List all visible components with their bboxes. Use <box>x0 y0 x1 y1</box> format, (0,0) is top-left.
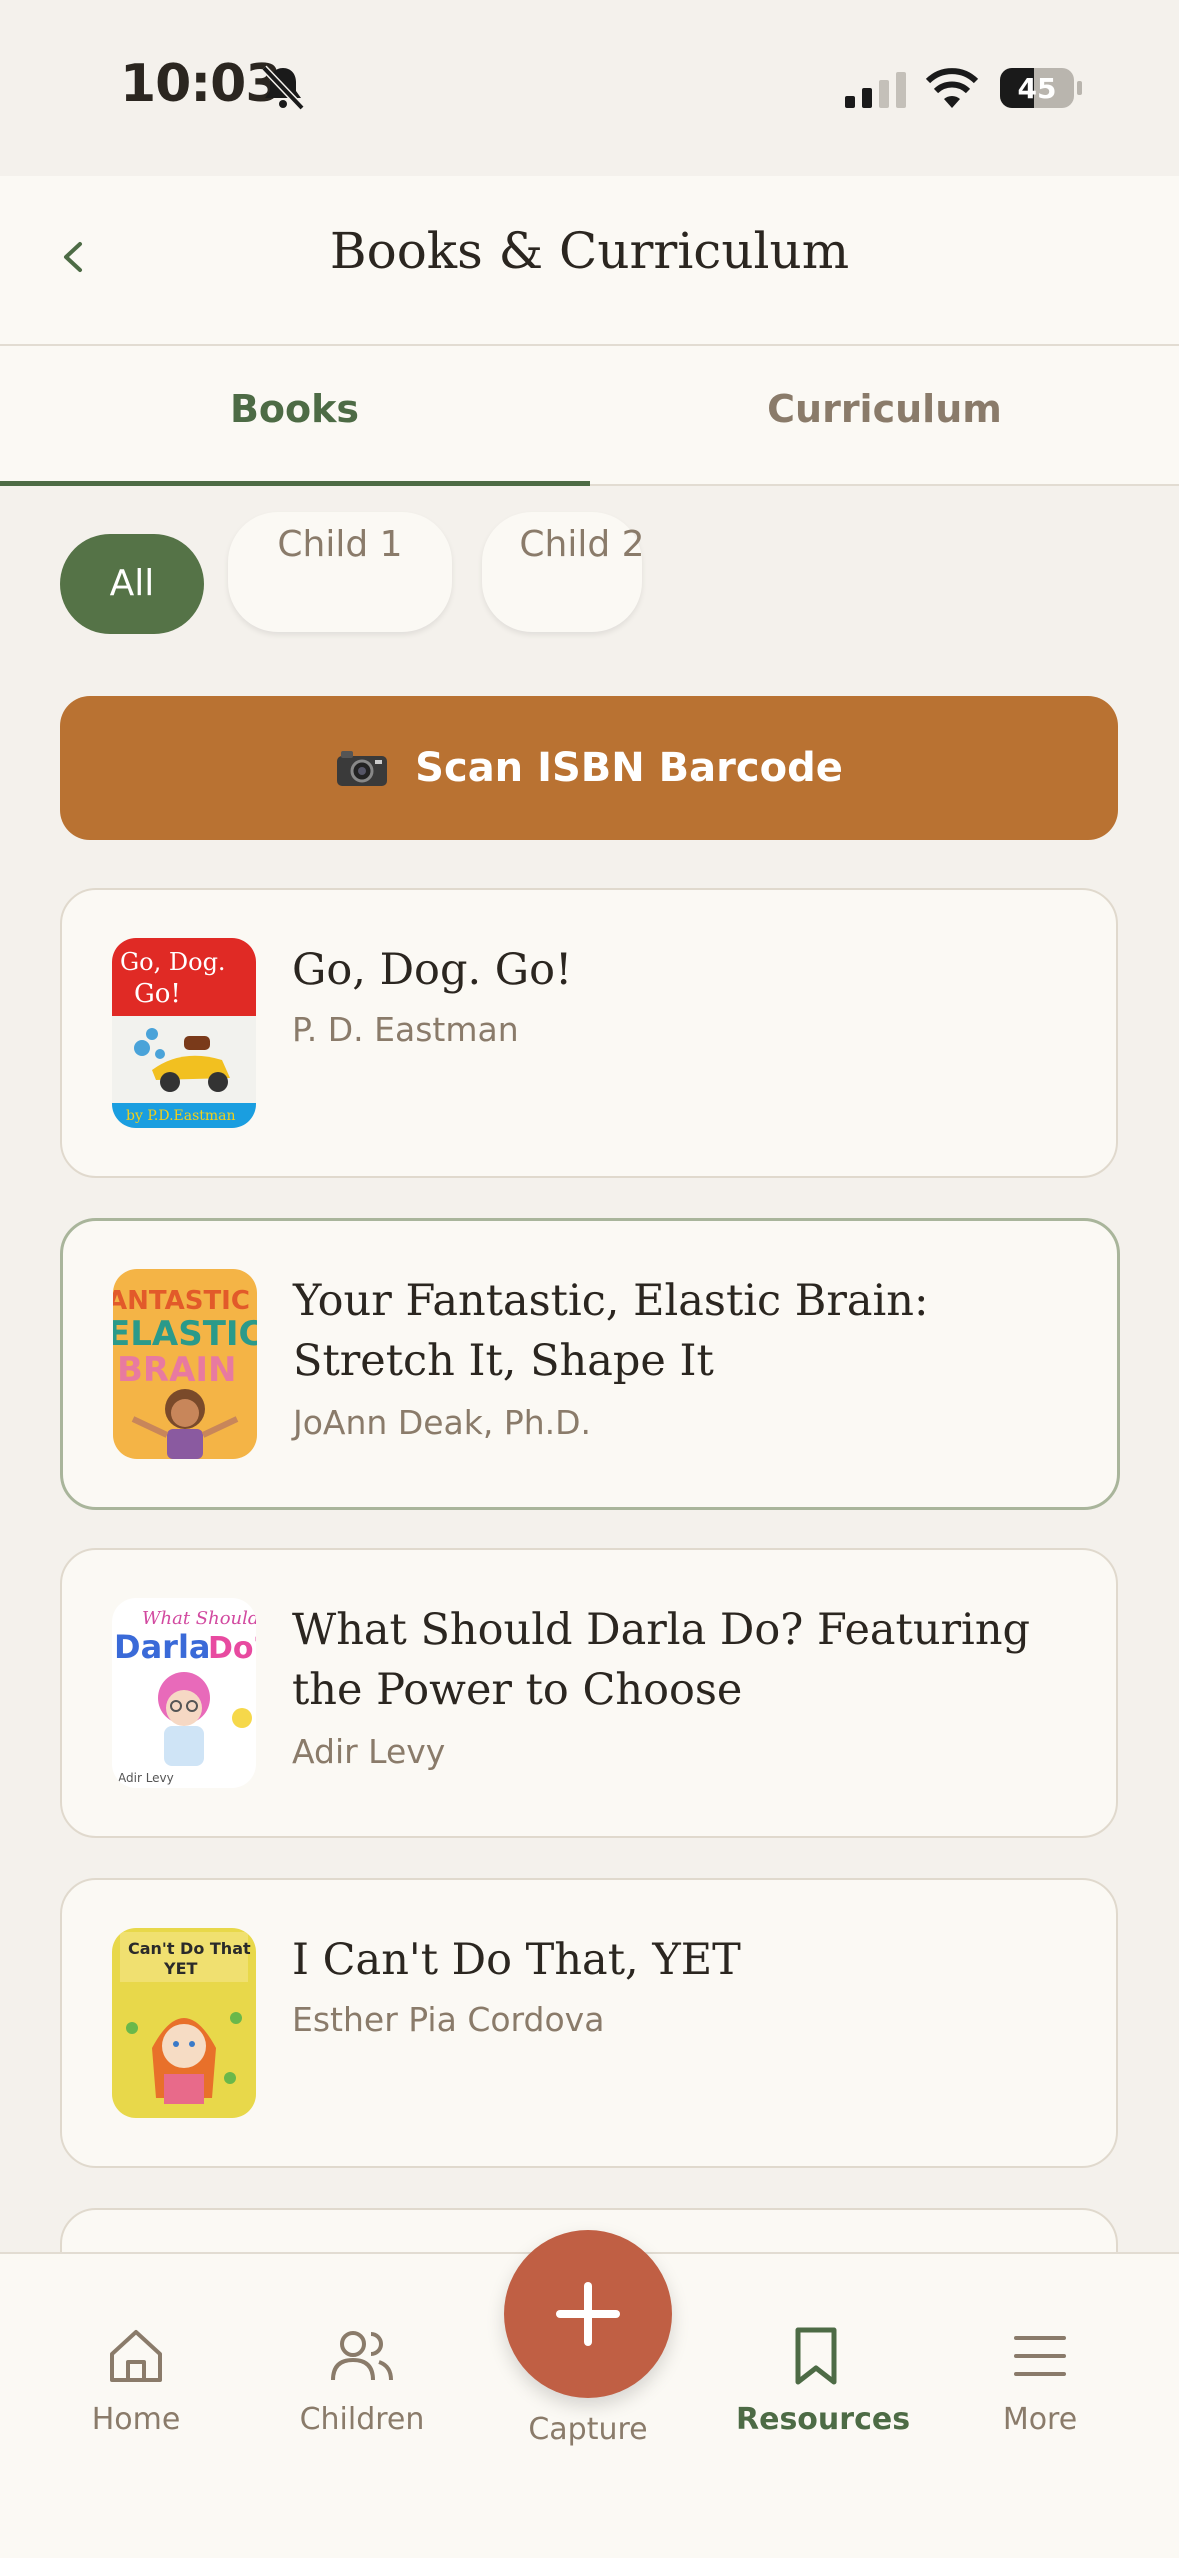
nav-more[interactable]: More <box>960 2254 1120 2437</box>
book-cover-image: Go, Dog. Go! by P.D.Eastman <box>112 938 256 1128</box>
nav-home-label: Home <box>91 2402 181 2437</box>
book-card[interactable]: What Should Darla Do? Adir Levy What Sho… <box>60 1548 1118 1838</box>
book-title: Your Fantastic, Elastic Brain: Stretch I… <box>293 1276 929 1386</box>
book-cover-image: ANTASTIC ELASTIC BRAIN <box>113 1269 257 1459</box>
menu-icon <box>1014 2336 1066 2376</box>
camera-icon <box>337 751 388 786</box>
svg-text:Can't Do That: Can't Do That <box>128 1939 251 1958</box>
tab-curriculum[interactable]: Curriculum <box>590 346 1179 484</box>
svg-text:ELASTIC: ELASTIC <box>113 1314 257 1354</box>
status-time: 10:03 <box>120 54 282 114</box>
book-card[interactable]: Can't Do That YET I Can't Do That, YET E… <box>60 1878 1118 2168</box>
nav-children-label: Children <box>299 2402 425 2437</box>
book-author: P. D. Eastman <box>292 1010 519 1049</box>
book-title: Go, Dog. Go! <box>292 945 573 995</box>
book-title: What Should Darla Do? Featuring the Powe… <box>292 1605 1031 1715</box>
page-title: Books & Curriculum <box>329 222 850 280</box>
active-tab-indicator <box>0 481 590 486</box>
status-bar: 10:03 45 <box>0 0 1179 176</box>
nav-resources-label: Resources <box>736 2402 911 2437</box>
nav-resources[interactable]: Resources <box>736 2254 911 2437</box>
tab-bar: Books Curriculum <box>0 346 1179 486</box>
svg-text:Darla: Darla <box>114 1628 211 1666</box>
users-icon <box>331 2331 393 2381</box>
battery-level: 45 <box>1018 72 1057 105</box>
scan-isbn-label: Scan ISBN Barcode <box>415 745 843 791</box>
svg-text:Adir Levy: Adir Levy <box>118 1771 174 1785</box>
svg-text:Go!: Go! <box>134 979 181 1009</box>
home-icon <box>110 2330 162 2382</box>
bookmark-icon <box>795 2327 837 2385</box>
book-author: JoAnn Deak, Ph.D. <box>293 1403 592 1442</box>
nav-children[interactable]: Children <box>282 2254 442 2437</box>
svg-text:Do?: Do? <box>208 1631 256 1666</box>
nav-home[interactable]: Home <box>56 2254 216 2437</box>
wifi-icon <box>925 68 979 108</box>
book-cover-image: What Should Darla Do? Adir Levy <box>112 1598 256 1788</box>
svg-text:ANTASTIC: ANTASTIC <box>113 1286 250 1316</box>
app-header: Books & Curriculum <box>0 176 1179 346</box>
book-card[interactable]: ANTASTIC ELASTIC BRAIN Your Fantastic, E… <box>60 1218 1120 1510</box>
cellular-signal-icon <box>845 72 906 108</box>
book-card[interactable]: Go, Dog. Go! by P.D.Eastman Go, Dog. Go!… <box>60 888 1118 1178</box>
filter-chip-child-2-label: Child 2 <box>519 524 645 565</box>
scan-isbn-button[interactable]: Scan ISBN Barcode <box>60 696 1118 840</box>
book-author: Adir Levy <box>292 1732 446 1771</box>
nav-more-label: More <box>1002 2402 1078 2437</box>
svg-text:BRAIN: BRAIN <box>117 1350 237 1390</box>
book-cover-image: Can't Do That YET <box>112 1928 256 2118</box>
bell-off-icon <box>261 65 305 111</box>
svg-text:Go, Dog.: Go, Dog. <box>120 948 226 976</box>
filter-chip-child-2[interactable]: Child 2 <box>482 512 645 632</box>
book-title: I Can't Do That, YET <box>292 1935 741 1985</box>
nav-capture-label: Capture <box>528 2412 648 2447</box>
svg-text:YET: YET <box>163 1959 198 1978</box>
battery-icon: 45 <box>1000 68 1082 108</box>
plus-icon <box>556 2282 620 2346</box>
book-author: Esther Pia Cordova <box>292 2000 605 2039</box>
filter-chip-all[interactable]: All <box>60 534 204 634</box>
svg-text:What Should: What Should <box>142 1608 256 1629</box>
filter-chip-child-1[interactable]: Child 1 <box>228 512 452 632</box>
svg-text:by P.D.Eastman: by P.D.Eastman <box>126 1108 236 1124</box>
tab-books[interactable]: Books <box>0 346 589 484</box>
capture-button[interactable] <box>504 2230 672 2398</box>
